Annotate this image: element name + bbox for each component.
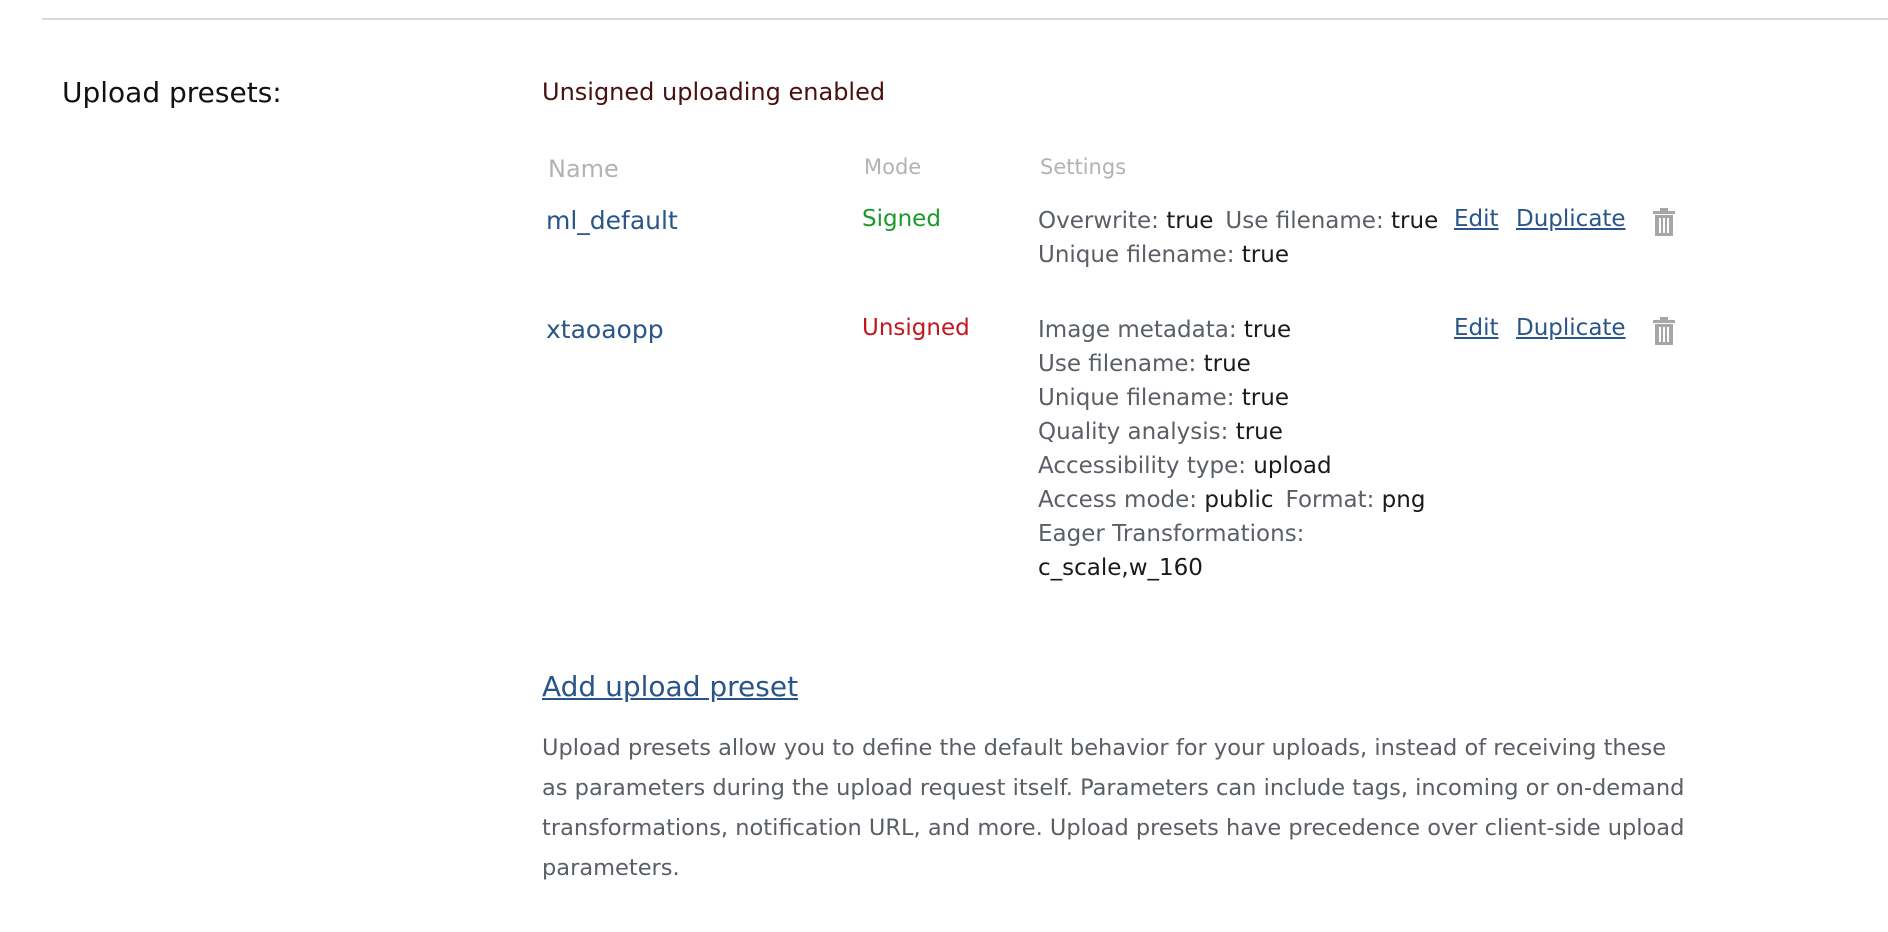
preset-settings: Overwrite: true Use filename: true Unique … [1038, 208, 1438, 276]
setting-item: Unique filename: true [1038, 385, 1289, 411]
setting-item: Quality analysis: true [1038, 419, 1283, 445]
column-header-name: Name [548, 155, 619, 183]
preset-mode: Signed [862, 206, 941, 232]
setting-value: c_scale,w_160 [1038, 555, 1203, 581]
setting-key: Use filename: [1038, 351, 1197, 377]
setting-item: Overwrite: true [1038, 208, 1213, 234]
setting-key: Unique filename: [1038, 385, 1235, 411]
setting-item: Format: png [1286, 487, 1426, 513]
edit-preset-link[interactable]: Edit [1454, 206, 1499, 232]
setting-value: true [1241, 385, 1289, 411]
help-text: Upload presets allow you to define the d… [542, 735, 1685, 881]
setting-item: Use filename: true [1038, 351, 1251, 377]
setting-value: true [1243, 317, 1292, 343]
setting-value: true [1235, 419, 1283, 445]
setting-key: Unique filename: [1038, 242, 1235, 268]
setting-value: true [1241, 242, 1289, 268]
setting-key: Format: [1285, 487, 1375, 513]
trash-icon-graphic [1653, 208, 1675, 236]
column-header-mode: Mode [864, 155, 922, 179]
setting-key: Use filename: [1225, 208, 1384, 234]
setting-item: Unique filename: true [1038, 242, 1289, 268]
setting-item: Image metadata: true [1038, 317, 1291, 343]
upload-presets-page: Upload presets: Unsigned uploading enabl… [0, 0, 1888, 932]
trash-icon[interactable] [1652, 317, 1676, 345]
trash-icon-graphic [1653, 317, 1675, 345]
setting-item: Eager Transformations: [1038, 521, 1304, 547]
setting-item: c_scale,w_160 [1038, 555, 1203, 581]
column-header-settings: Settings [1040, 155, 1127, 179]
setting-value: true [1166, 208, 1214, 234]
setting-item: Use filename: true [1225, 208, 1438, 234]
preset-name-link[interactable]: xtaoaopp [546, 315, 664, 344]
setting-key: Access mode: [1038, 487, 1198, 513]
add-upload-preset-link[interactable]: Add upload preset [542, 670, 798, 703]
setting-value: true [1203, 351, 1251, 377]
setting-value: true [1391, 208, 1439, 234]
top-divider [42, 18, 1888, 20]
preset-name-link[interactable]: ml_default [546, 206, 678, 235]
duplicate-preset-link[interactable]: Duplicate [1516, 206, 1626, 232]
unsigned-status: Unsigned uploading enabled [542, 78, 886, 106]
trash-icon[interactable] [1652, 208, 1676, 236]
preset-settings: Image metadata: true Use filename: true Un… [1038, 317, 1438, 589]
section-label: Upload presets: [62, 76, 282, 109]
setting-key: Overwrite: [1038, 208, 1159, 234]
setting-key: Eager Transformations: [1038, 521, 1305, 547]
edit-preset-link[interactable]: Edit [1454, 315, 1499, 341]
setting-key: Accessibility type: [1038, 453, 1246, 479]
setting-value: png [1381, 487, 1426, 513]
setting-value: public [1204, 487, 1274, 513]
duplicate-preset-link[interactable]: Duplicate [1516, 315, 1626, 341]
setting-key: Image metadata: [1038, 317, 1237, 343]
preset-mode: Unsigned [862, 315, 970, 341]
setting-value: upload [1253, 453, 1332, 479]
setting-key: Quality analysis: [1038, 419, 1229, 445]
setting-item: Accessibility type: upload [1038, 453, 1332, 479]
setting-item: Access mode: public [1038, 487, 1274, 513]
